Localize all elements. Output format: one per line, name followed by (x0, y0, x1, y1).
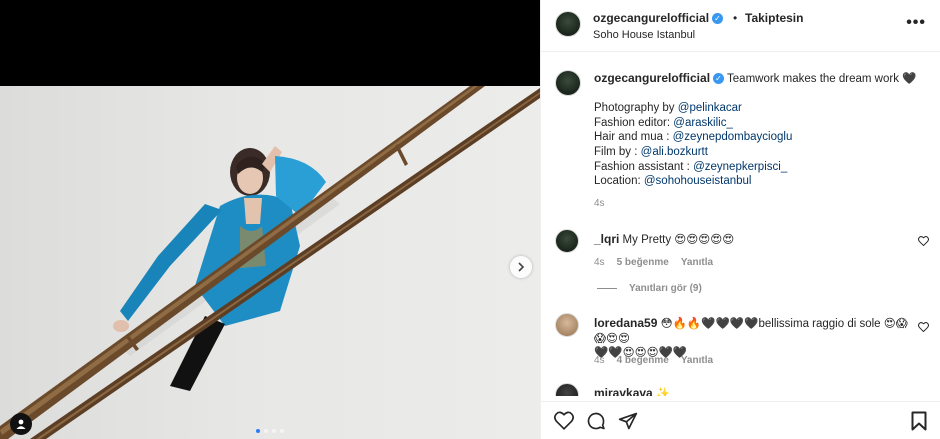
post-photo (0, 86, 540, 439)
carousel-dot (256, 429, 260, 433)
user-icon (16, 419, 26, 429)
mention-link[interactable]: @sohohouseistanbul (644, 175, 752, 187)
commenter-username[interactable]: miravkava (594, 386, 653, 396)
credit-line: Photography by @pelinkacar (594, 102, 742, 115)
carousel-dot (264, 429, 268, 433)
caption-text: Teamwork makes the dream work 🖤 (727, 73, 917, 85)
verified-badge-icon: ✓ (712, 13, 724, 25)
credit-line: Film by : @ali.bozkurtt (594, 145, 708, 158)
like-comment-heart-icon[interactable] (918, 322, 929, 332)
view-replies-button[interactable]: Yanıtları gör (9) (597, 283, 702, 294)
mention-link[interactable]: @araskilic_ (673, 117, 733, 129)
mention-link[interactable]: @zeynepdombaycioglu (673, 131, 793, 143)
commenter-username[interactable]: _lqri (594, 232, 619, 246)
credit-line: Location: @sohohouseistanbul (594, 175, 752, 188)
location-link[interactable]: Soho House Istanbul (593, 29, 695, 41)
post-header: ozgecangurelofficial ✓ • Takiptesin Soho … (541, 0, 940, 52)
comment-text: My Pretty 😍😍😍😍😍 (622, 234, 735, 246)
reply-button[interactable]: Yanıtla (681, 355, 713, 366)
comment-bubble-icon[interactable] (586, 411, 606, 431)
carousel-dot (272, 429, 276, 433)
following-button[interactable]: Takiptesin (745, 11, 803, 25)
comment-timestamp[interactable]: 4s (594, 355, 605, 366)
comment-meta: 4s 4 beğenme Yanıtla (594, 355, 713, 366)
post-media (0, 0, 540, 439)
comment-likes[interactable]: 5 beğenme (617, 257, 669, 268)
author-username[interactable]: ozgecangurelofficial ✓ (593, 11, 724, 25)
mention-link[interactable]: @pelinkacar (678, 102, 742, 114)
caption-username[interactable]: ozgecangurelofficial (594, 71, 710, 85)
commenter-avatar[interactable] (555, 313, 579, 337)
commenter-username[interactable]: loredana59 (594, 316, 657, 330)
save-bookmark-icon[interactable] (911, 411, 927, 431)
like-comment-heart-icon[interactable] (918, 236, 929, 246)
author-username-text[interactable]: ozgecangurelofficial (593, 11, 709, 25)
comment-text: ✨ (655, 388, 671, 396)
author-avatar[interactable] (555, 11, 581, 37)
caption-timestamp[interactable]: 4s (594, 198, 605, 209)
more-options-icon[interactable]: ••• (906, 14, 926, 32)
view-replies-label[interactable]: Yanıtları gör (9) (629, 283, 702, 294)
post-actions-bar (541, 401, 940, 439)
comment-timestamp[interactable]: 4s (594, 257, 605, 268)
mention-link[interactable]: @ali.bozkurtt (641, 146, 708, 158)
carousel-indicators (256, 429, 284, 433)
commenter-avatar[interactable] (555, 229, 579, 253)
caption: ozgecangurelofficial ✓ Teamwork makes the… (594, 71, 917, 189)
comment-body: miravkava ✨ (594, 386, 914, 396)
mention-link[interactable]: @zeynepkerpisci_ (693, 161, 787, 173)
tagged-users-button[interactable] (10, 413, 32, 435)
reply-button[interactable]: Yanıtla (681, 257, 713, 268)
comments-section: ozgecangurelofficial ✓ Teamwork makes the… (541, 53, 940, 396)
chevron-right-icon (518, 262, 525, 272)
commenter-avatar[interactable] (555, 383, 579, 396)
share-paper-plane-icon[interactable] (618, 411, 638, 431)
credit-line: Fashion assistant : @zeynepkerpisci_ (594, 160, 788, 173)
credit-line: Fashion editor: @araskilic_ (594, 116, 733, 129)
post-details-panel: ozgecangurelofficial ✓ • Takiptesin Soho … (540, 0, 940, 439)
like-heart-icon[interactable] (554, 411, 574, 430)
caption-author-avatar[interactable] (555, 70, 581, 96)
verified-badge-icon: ✓ (713, 73, 725, 85)
comment-likes[interactable]: 4 beğenme (617, 355, 669, 366)
comment-body: _lqri My Pretty 😍😍😍😍😍 (594, 232, 914, 248)
separator-dot: • (733, 11, 738, 25)
comment-meta: 4s 5 beğenme Yanıtla (594, 257, 713, 268)
next-slide-button[interactable] (510, 256, 532, 278)
replies-divider (597, 288, 617, 289)
credit-line: Hair and mua : @zeynepdombaycioglu (594, 131, 793, 144)
carousel-dot (280, 429, 284, 433)
